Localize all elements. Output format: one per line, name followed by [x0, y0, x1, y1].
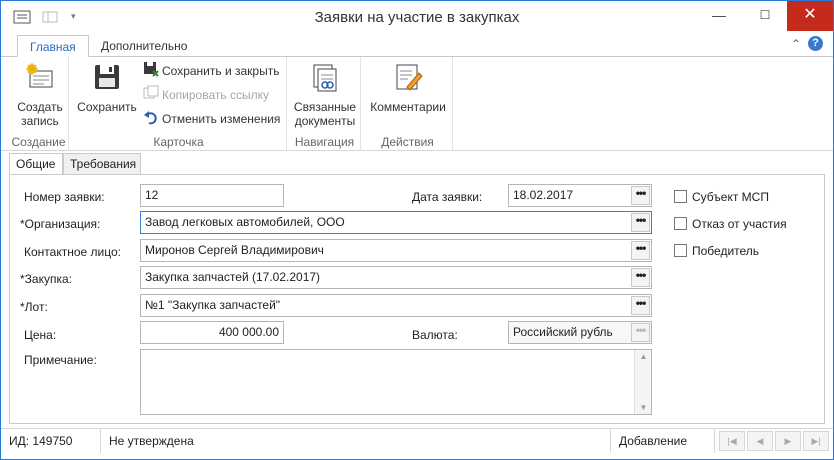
- ribbon-group-actions: Комментарии Действия: [363, 57, 453, 151]
- scroll-up-icon[interactable]: ▲: [635, 352, 652, 361]
- date-input[interactable]: 18.02.2017 •••: [508, 184, 652, 207]
- currency-input[interactable]: Российский рубль •••: [508, 321, 652, 344]
- note-scrollbar[interactable]: ▲ ▼: [634, 350, 651, 414]
- currency-value: Российский рубль: [513, 325, 613, 339]
- checkbox-box[interactable]: [674, 217, 687, 230]
- ribbon-group-creation: Создать запись Создание: [9, 57, 69, 151]
- undo-icon: [143, 109, 159, 131]
- status-bar: ИД: 149750 Не утверждена Добавление |◀ ◀…: [1, 428, 833, 453]
- application-window: ▾ Заявки на участие в закупках — ☐ ✕ Гла…: [0, 0, 834, 460]
- checkbox-winner-label: Победитель: [692, 244, 760, 258]
- last-record-button[interactable]: ▶|: [803, 431, 829, 451]
- copy-link-icon: [143, 85, 159, 107]
- contact-value: Миронов Сергей Владимирович: [145, 243, 324, 257]
- copy-link-button[interactable]: Копировать ссылку: [143, 85, 269, 105]
- first-record-button[interactable]: |◀: [719, 431, 745, 451]
- checkbox-smp-label: Субъект МСП: [692, 190, 769, 204]
- lot-input[interactable]: №1 "Закупка запчастей" •••: [140, 294, 652, 317]
- ribbon-tab-home[interactable]: Главная: [17, 35, 89, 57]
- number-label: Номер заявки:: [24, 190, 105, 204]
- date-label: Дата заявки:: [412, 190, 483, 204]
- ribbon-group-label: Карточка: [153, 135, 204, 149]
- help-icon[interactable]: ?: [808, 36, 823, 51]
- new-record-icon: [11, 61, 69, 96]
- ribbon-tab-additional[interactable]: Дополнительно: [89, 35, 199, 57]
- create-record-label: Создать запись: [17, 100, 63, 128]
- contact-label: Контактное лицо:: [24, 245, 121, 259]
- date-value: 18.02.2017: [513, 188, 574, 202]
- related-documents-button[interactable]: Связанные документы: [291, 61, 359, 128]
- title-bar: ▾ Заявки на участие в закупках — ☐ ✕: [1, 1, 833, 33]
- checkbox-winner[interactable]: Победитель: [674, 244, 759, 258]
- checkbox-refusal-label: Отказ от участия: [692, 217, 787, 231]
- lot-select-button[interactable]: •••: [631, 296, 650, 315]
- cancel-changes-label: Отменить изменения: [162, 112, 281, 127]
- organization-label: *Организация:: [20, 217, 101, 231]
- cancel-changes-button[interactable]: Отменить изменения: [143, 109, 280, 129]
- number-input[interactable]: 12: [140, 184, 284, 207]
- ribbon-group-label: Действия: [381, 135, 434, 149]
- maximize-button[interactable]: ☐: [743, 1, 787, 31]
- contact-input[interactable]: Миронов Сергей Владимирович •••: [140, 239, 652, 262]
- tab-general[interactable]: Общие: [9, 153, 63, 175]
- related-documents-icon: [291, 61, 359, 96]
- close-button[interactable]: ✕: [787, 1, 833, 31]
- save-close-icon: [143, 61, 159, 83]
- checkbox-refusal[interactable]: Отказ от участия: [674, 217, 787, 231]
- save-button[interactable]: Сохранить: [75, 61, 139, 114]
- lot-label: *Лот:: [20, 300, 48, 314]
- collapse-ribbon-icon[interactable]: ⌃: [791, 37, 801, 51]
- purchase-input[interactable]: Закупка запчастей (17.02.2017) •••: [140, 266, 652, 289]
- save-label: Сохранить: [77, 100, 137, 114]
- checkbox-smp[interactable]: Субъект МСП: [674, 190, 769, 204]
- prev-record-button[interactable]: ◀: [747, 431, 773, 451]
- form-panel: Номер заявки: 12 Дата заявки: 18.02.2017…: [9, 174, 825, 424]
- lot-value: №1 "Закупка запчастей": [145, 298, 281, 312]
- ribbon: Создать запись Создание Сохранить Сохран…: [1, 57, 833, 151]
- ribbon-group-navigation: Связанные документы Навигация: [289, 57, 361, 151]
- purchase-value: Закупка запчастей (17.02.2017): [145, 270, 321, 284]
- create-record-button[interactable]: Создать запись: [11, 61, 69, 128]
- next-record-button[interactable]: ▶: [775, 431, 801, 451]
- currency-select-button[interactable]: •••: [631, 323, 650, 342]
- ribbon-group-card: Сохранить Сохранить и закрыть Копировать…: [71, 57, 287, 151]
- note-label: Примечание:: [24, 353, 97, 367]
- copy-link-label: Копировать ссылку: [162, 88, 269, 103]
- tab-requirements[interactable]: Требования: [63, 153, 141, 175]
- price-input[interactable]: 400 000.00: [140, 321, 284, 344]
- comment-pencil-icon: [367, 61, 449, 96]
- price-label: Цена:: [24, 328, 57, 342]
- save-and-close-button[interactable]: Сохранить и закрыть: [143, 61, 279, 81]
- comments-label: Комментарии: [370, 100, 446, 114]
- related-documents-label: Связанные документы: [293, 100, 357, 128]
- organization-input[interactable]: Завод легковых автомобилей, ООО •••: [140, 211, 652, 234]
- comments-button[interactable]: Комментарии: [367, 61, 449, 114]
- record-id: ИД: 149750: [1, 429, 101, 453]
- date-picker-button[interactable]: •••: [631, 186, 650, 205]
- contact-select-button[interactable]: •••: [631, 241, 650, 260]
- organization-value: Завод легковых автомобилей, ООО: [145, 215, 345, 229]
- checkbox-box[interactable]: [674, 244, 687, 257]
- save-and-close-label: Сохранить и закрыть: [162, 64, 280, 79]
- minimize-button[interactable]: —: [697, 1, 741, 31]
- note-textarea[interactable]: ▲ ▼: [140, 349, 652, 415]
- ribbon-tab-strip: Главная Дополнительно ⌃ ?: [1, 33, 833, 57]
- edit-mode: Добавление: [611, 429, 715, 453]
- approval-status: Не утверждена: [101, 429, 611, 453]
- ribbon-group-label: Создание: [11, 135, 66, 149]
- scroll-down-icon[interactable]: ▼: [635, 403, 652, 412]
- currency-label: Валюта:: [412, 328, 458, 342]
- ribbon-group-label: Навигация: [294, 135, 355, 149]
- purchase-label: *Закупка:: [20, 272, 72, 286]
- organization-select-button[interactable]: •••: [631, 213, 650, 232]
- purchase-select-button[interactable]: •••: [631, 268, 650, 287]
- floppy-disk-icon: [75, 61, 139, 96]
- checkbox-box[interactable]: [674, 190, 687, 203]
